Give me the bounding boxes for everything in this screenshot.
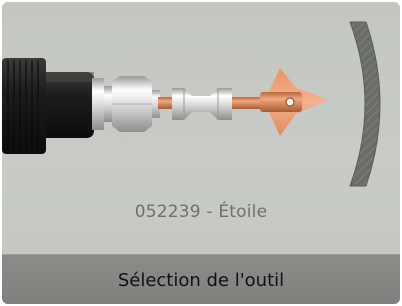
tool-selection-label: Sélection de l'outil <box>117 269 285 291</box>
copper-shaft-left <box>158 97 172 109</box>
hex-coupling-icon <box>92 76 160 132</box>
star-cutter-icon <box>260 68 328 136</box>
tool-selection-button[interactable]: Sélection de l'outil <box>2 254 400 304</box>
copper-shaft-right <box>232 97 262 109</box>
arc-guard-icon <box>349 21 381 187</box>
drill-chuck-icon <box>2 58 94 154</box>
tool-selection-screen: 052239 - Étoile Sélection de l'outil <box>2 2 400 304</box>
spool-extension-icon <box>172 88 232 120</box>
tool-caption: 052239 - Étoile <box>134 202 268 222</box>
tool-display: 052239 - Étoile <box>2 2 400 254</box>
